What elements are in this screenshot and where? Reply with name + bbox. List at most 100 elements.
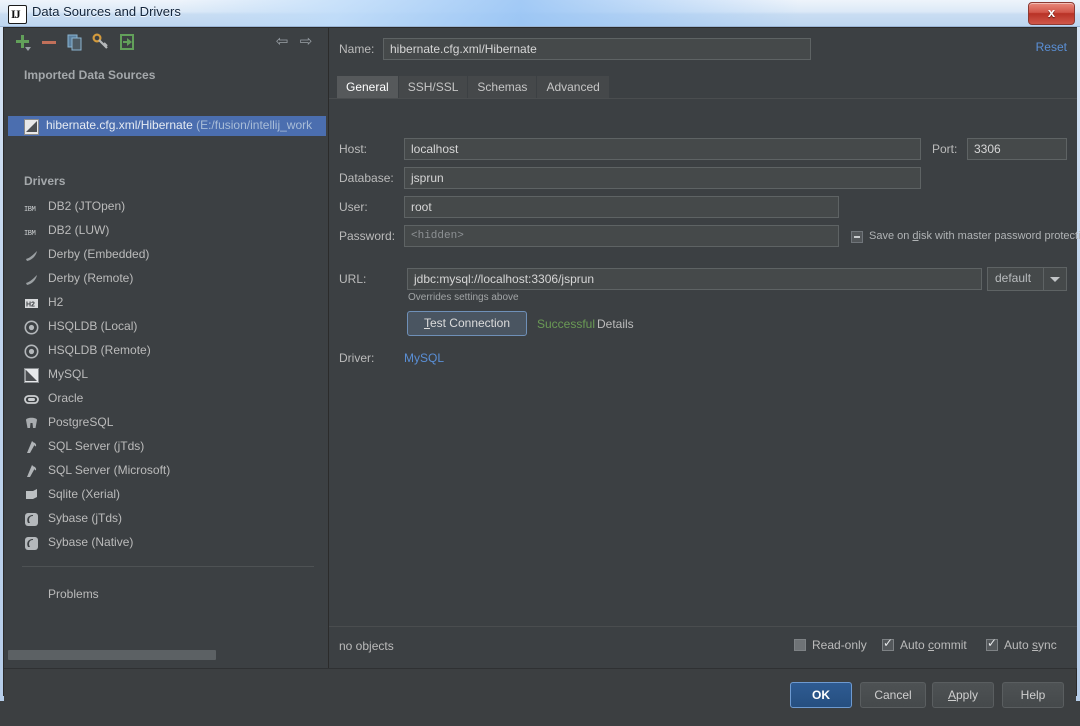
- ok-button[interactable]: OK: [790, 682, 852, 708]
- reset-link[interactable]: Reset: [1036, 40, 1067, 54]
- data-source-name: hibernate.cfg.xml/Hibernate: [46, 118, 193, 132]
- name-label: Name:: [339, 42, 375, 56]
- add-icon[interactable]: [14, 33, 32, 51]
- read-only-checkbox[interactable]: [794, 639, 806, 651]
- password-input[interactable]: <hidden>: [404, 225, 839, 247]
- driver-item[interactable]: Sybase (jTds): [8, 508, 324, 532]
- test-connection-details-link[interactable]: Details: [597, 317, 634, 331]
- status-divider: [329, 626, 1077, 627]
- charset-combo-value: default: [995, 271, 1032, 285]
- driver-item-label: Sybase (Native): [48, 535, 134, 549]
- url-label: URL:: [339, 272, 367, 286]
- driver-item[interactable]: IBM DB2 (JTOpen): [8, 196, 324, 220]
- password-label: Password:: [339, 229, 396, 243]
- name-input[interactable]: hibernate.cfg.xml/Hibernate: [383, 38, 811, 60]
- driver-item-label: Sybase (jTds): [48, 511, 123, 525]
- h2-icon: H2: [24, 296, 39, 311]
- apply-label: pply: [956, 688, 979, 702]
- sybase-icon: [24, 512, 39, 527]
- driver-item-label: SQL Server (Microsoft): [48, 463, 171, 477]
- driver-item[interactable]: Derby (Embedded): [8, 244, 324, 268]
- driver-item[interactable]: IBM DB2 (LUW): [8, 220, 324, 244]
- auto-sync-checkbox[interactable]: [986, 636, 998, 651]
- svg-text:H2: H2: [26, 302, 35, 309]
- sqlserver-icon: [24, 440, 39, 455]
- driver-item[interactable]: Derby (Remote): [8, 268, 324, 292]
- driver-link[interactable]: MySQL: [404, 351, 444, 365]
- save-on-disk-checkbox[interactable]: [851, 231, 863, 243]
- test-connection-status: Successful: [537, 317, 596, 331]
- user-input[interactable]: root: [404, 196, 839, 218]
- title-bar: IJ Data Sources and Drivers x: [0, 0, 1080, 27]
- objects-status-label: no objects: [339, 639, 394, 653]
- driver-item[interactable]: MySQL: [8, 364, 324, 388]
- remove-icon[interactable]: [40, 33, 58, 51]
- tab-ssh-ssl[interactable]: SSH/SSL: [398, 76, 468, 98]
- driver-item[interactable]: SQL Server (Microsoft): [8, 460, 324, 484]
- sidebar-hscrollbar-thumb[interactable]: [8, 650, 216, 660]
- test-connection-button[interactable]: Test Connection: [407, 311, 527, 336]
- titlebar-glow: [180, 0, 800, 26]
- window-title: Data Sources and Drivers: [32, 4, 181, 19]
- driver-item-label: HSQLDB (Local): [48, 319, 138, 333]
- port-label: Port:: [932, 142, 958, 156]
- driver-label: Driver:: [339, 351, 375, 365]
- tab-schemas[interactable]: Schemas: [468, 76, 537, 98]
- host-input[interactable]: localhost: [404, 138, 921, 160]
- mysql-icon: [24, 119, 39, 135]
- url-input[interactable]: jdbc:mysql://localhost:3306/jsprun: [407, 268, 982, 290]
- auto-commit-label: Auto commit: [900, 638, 967, 652]
- auto-commit-checkbox[interactable]: [882, 636, 894, 651]
- read-only-label-pre: Read-only: [812, 638, 867, 652]
- auto-sync-label: Auto sync: [1004, 638, 1057, 652]
- dialog-footer: OK Cancel Apply Help: [4, 668, 1076, 726]
- apply-button[interactable]: Apply: [932, 682, 994, 708]
- sidebar: ⇦ ⇨ Imported Data Sources hibernate.cfg.…: [4, 28, 329, 668]
- svg-text:IBM: IBM: [24, 206, 36, 214]
- driver-item-label: MySQL: [48, 367, 89, 381]
- sidebar-toolbar: ⇦ ⇨: [4, 28, 328, 56]
- ibm-db2-icon: IBM: [24, 200, 39, 215]
- derby-icon: [24, 248, 39, 263]
- chevron-down-icon[interactable]: [1043, 268, 1066, 290]
- driver-item[interactable]: HSQLDB (Local): [8, 316, 324, 340]
- tab-advanced[interactable]: Advanced: [537, 76, 609, 98]
- driver-properties-icon[interactable]: [92, 33, 110, 51]
- driver-item[interactable]: Sybase (Native): [8, 532, 324, 556]
- port-input[interactable]: 3306: [967, 138, 1067, 160]
- save-on-disk-label-pre: Save on: [869, 230, 913, 242]
- driver-item[interactable]: Oracle: [8, 388, 324, 412]
- tab-bar: General SSH/SSL Schemas Advanced: [337, 76, 610, 98]
- nav-back-icon[interactable]: ⇦: [274, 34, 290, 50]
- driver-item-label: HSQLDB (Remote): [48, 343, 151, 357]
- help-button[interactable]: Help: [1002, 682, 1064, 708]
- read-only-label: Read-only: [812, 638, 867, 652]
- cancel-button[interactable]: Cancel: [860, 682, 926, 708]
- import-icon[interactable]: [118, 33, 136, 51]
- driver-item-label: DB2 (LUW): [48, 223, 110, 237]
- apply-accel: A: [947, 688, 956, 702]
- driver-item[interactable]: SQL Server (jTds): [8, 436, 324, 460]
- sidebar-item-problems[interactable]: Problems: [48, 587, 99, 601]
- driver-item[interactable]: H2 H2: [8, 292, 324, 316]
- driver-item-label: PostgreSQL: [48, 415, 114, 429]
- auto-sync-label-post: ync: [1038, 638, 1057, 652]
- charset-combo[interactable]: default: [987, 267, 1067, 291]
- ibm-db2-icon: IBM: [24, 224, 39, 239]
- nav-forward-icon[interactable]: ⇨: [298, 34, 314, 50]
- sybase-icon: [24, 536, 39, 551]
- driver-item-label: Oracle: [48, 391, 84, 405]
- driver-item[interactable]: Sqlite (Xerial): [8, 484, 324, 508]
- database-input[interactable]: jsprun: [404, 167, 921, 189]
- postgresql-icon: [24, 416, 39, 431]
- data-source-item-hibernate[interactable]: hibernate.cfg.xml/Hibernate (E:/fusion/i…: [8, 116, 326, 136]
- driver-item[interactable]: HSQLDB (Remote): [8, 340, 324, 364]
- driver-item[interactable]: PostgreSQL: [8, 412, 324, 436]
- sqlserver-icon: [24, 464, 39, 479]
- tab-general[interactable]: General: [337, 76, 398, 98]
- close-icon[interactable]: x: [1028, 2, 1075, 25]
- dialog-body: ⇦ ⇨ Imported Data Sources hibernate.cfg.…: [3, 27, 1080, 726]
- intellij-idea-icon: IJ: [8, 5, 27, 24]
- copy-icon[interactable]: [66, 33, 84, 51]
- driver-item-label: H2: [48, 295, 64, 309]
